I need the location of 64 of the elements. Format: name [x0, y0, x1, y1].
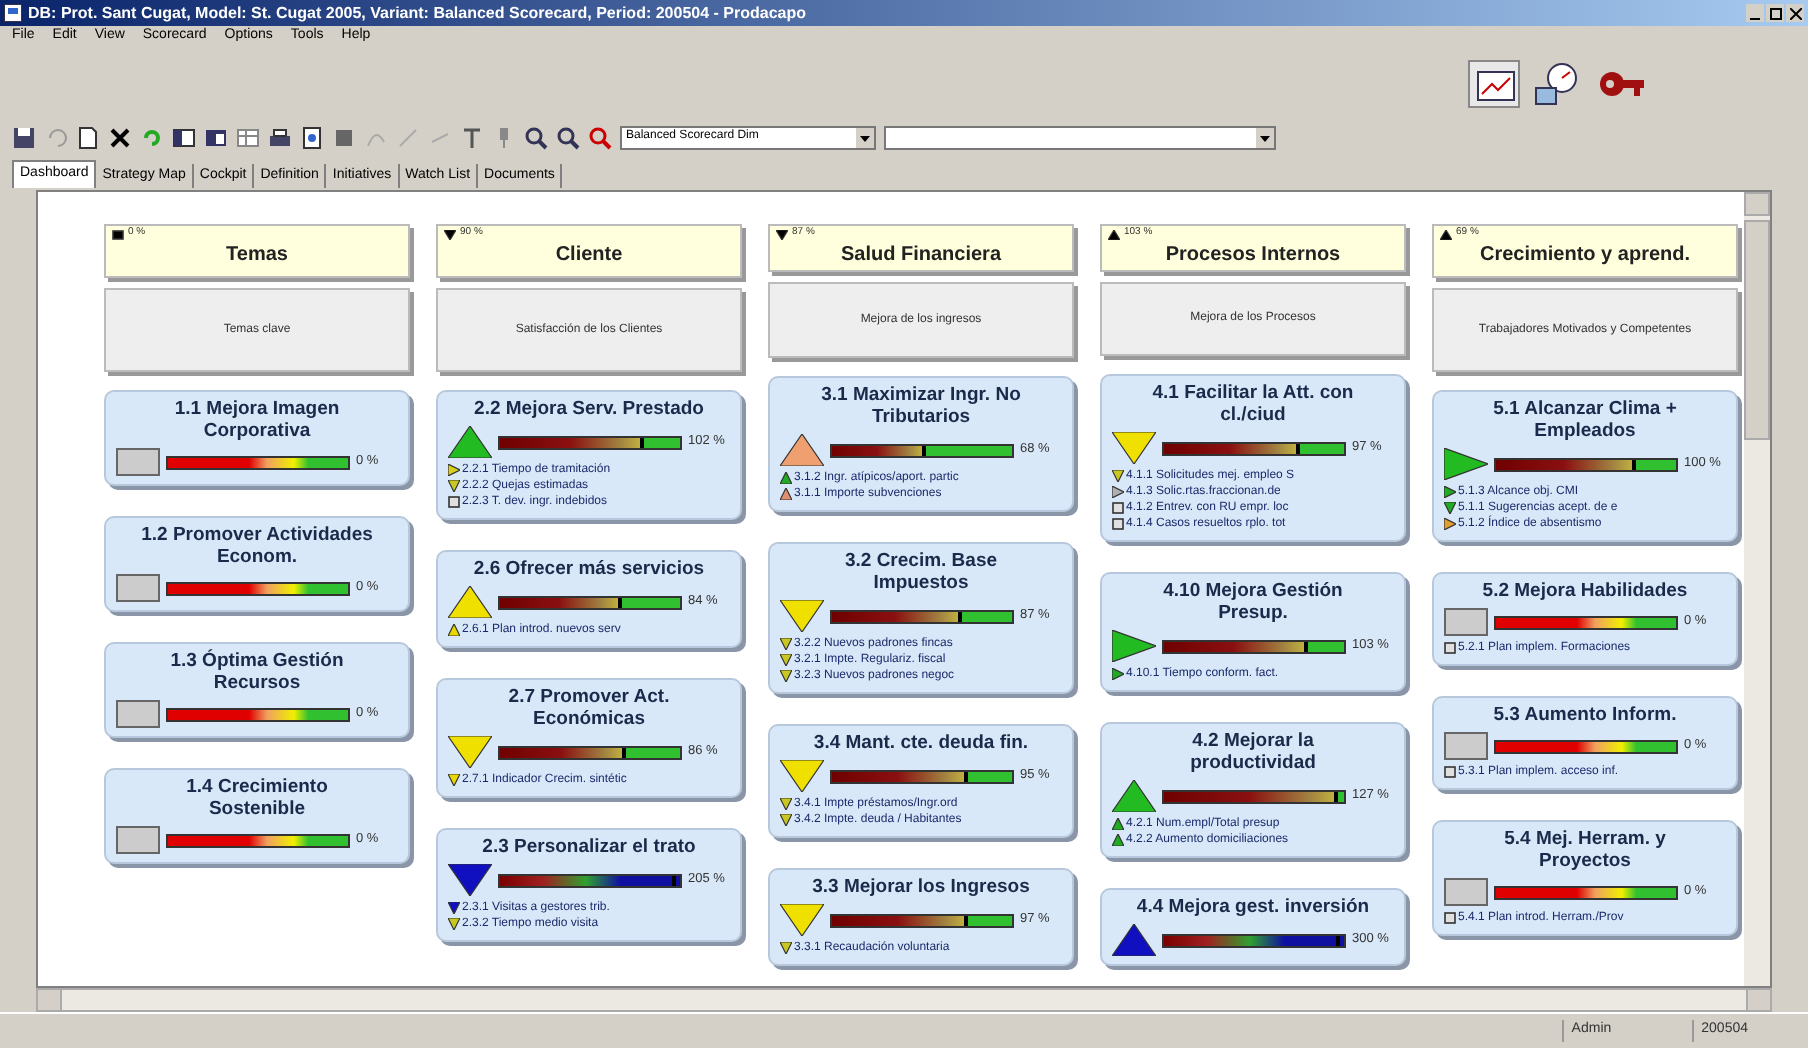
preview-icon[interactable] [300, 125, 324, 149]
objective-title: 5.1 Alcanzar Clima + Empleados [1491, 398, 1679, 442]
trend-icon [1440, 229, 1452, 239]
status-square-icon [116, 574, 160, 602]
objective-title: 3.1 Maximizar Ingr. No Tributarios [819, 384, 1023, 428]
minimize-icon [1750, 16, 1760, 22]
trend-icon [1108, 229, 1120, 239]
chart-window-icon[interactable] [1468, 60, 1520, 108]
save-icon[interactable] [12, 125, 36, 149]
window-title: DB: Prot. Sant Cugat, Model: St. Cugat 2005, Variant: Balanced Scorecard, Period: 200504 - Prodacapo [28, 1, 806, 25]
objective-title: 2.7 Promover Act. Económicas [506, 686, 672, 730]
objective-title: 5.2 Mejora Habilidades [1480, 580, 1690, 602]
objective-title: 2.6 Ofrecer más servicios [471, 558, 707, 580]
objective-title: 3.2 Crecim. Base Impuestos [842, 550, 1000, 594]
objective-title: 4.2 Mejorar la productividad [1188, 730, 1318, 774]
status-square-icon [1444, 732, 1488, 760]
grid-icon[interactable] [236, 125, 260, 149]
objective-title: 1.2 Promover Actividades Econom. [139, 524, 375, 568]
print-icon[interactable] [268, 125, 292, 149]
trend-icon [444, 229, 456, 239]
perspective-title: Crecimiento y aprend. [1477, 242, 1693, 268]
filter-dropdown[interactable] [884, 125, 1276, 149]
perspective-title: Salud Financiera [838, 242, 1004, 268]
objective-title: 4.4 Mejora gest. inversión [1134, 896, 1372, 918]
objective-title: 3.3 Mejorar los Ingresos [810, 876, 1032, 898]
objective-title: 4.1 Facilitar la Att. con cl./ciud [1150, 382, 1356, 426]
layout-icon[interactable] [172, 125, 196, 149]
objective-title: 1.1 Mejora Imagen Corporativa [172, 398, 342, 442]
zoom-out-icon[interactable] [556, 125, 580, 149]
perspective-title: Procesos Internos [1163, 242, 1343, 268]
objective-title: 2.2 Mejora Serv. Prestado [472, 398, 706, 420]
objective-title: 1.3 Óptima Gestión Recursos [168, 650, 346, 694]
delete-icon[interactable] [108, 125, 132, 149]
zoom-in-icon[interactable] [524, 125, 548, 149]
objective-title: 3.4 Mant. cte. deuda fin. [811, 732, 1031, 754]
panel-icon[interactable] [204, 125, 228, 149]
close-button[interactable] [1786, 4, 1804, 22]
trend-icon [776, 229, 788, 239]
objective-title: 5.4 Mej. Herram. y Proyectos [1502, 828, 1668, 872]
caret-icon[interactable] [1256, 127, 1274, 147]
horizontal-scrollbar[interactable] [36, 988, 1772, 1012]
objective-title: 2.3 Personalizar el trato [480, 836, 698, 858]
page-icon[interactable] [76, 125, 100, 149]
perspective-title: Cliente [553, 242, 625, 268]
status-square-icon [116, 700, 160, 728]
zoom-icon[interactable] [588, 125, 612, 149]
perspective-title: Temas [224, 242, 290, 268]
status-square-icon [116, 448, 160, 476]
maximize-icon [1769, 7, 1781, 19]
objective-title: 1.4 Crecimiento Sostenible [184, 776, 330, 820]
text-icon[interactable] [460, 125, 484, 149]
app-icon [4, 4, 22, 22]
vertical-scrollbar[interactable] [1744, 192, 1770, 986]
minimize-button[interactable] [1746, 4, 1764, 22]
maximize-button[interactable] [1766, 4, 1784, 22]
status-square-icon [1444, 878, 1488, 906]
objective-title: 4.10 Mejora Gestión Presup. [1161, 580, 1345, 624]
close-icon [1789, 7, 1801, 19]
status-square-icon [1444, 608, 1488, 636]
note-icon[interactable] [332, 125, 356, 149]
objective-title: 5.3 Aumento Inform. [1491, 704, 1679, 726]
caret-icon[interactable] [856, 127, 874, 147]
trend-icon [112, 229, 124, 239]
status-square-icon [116, 826, 160, 854]
